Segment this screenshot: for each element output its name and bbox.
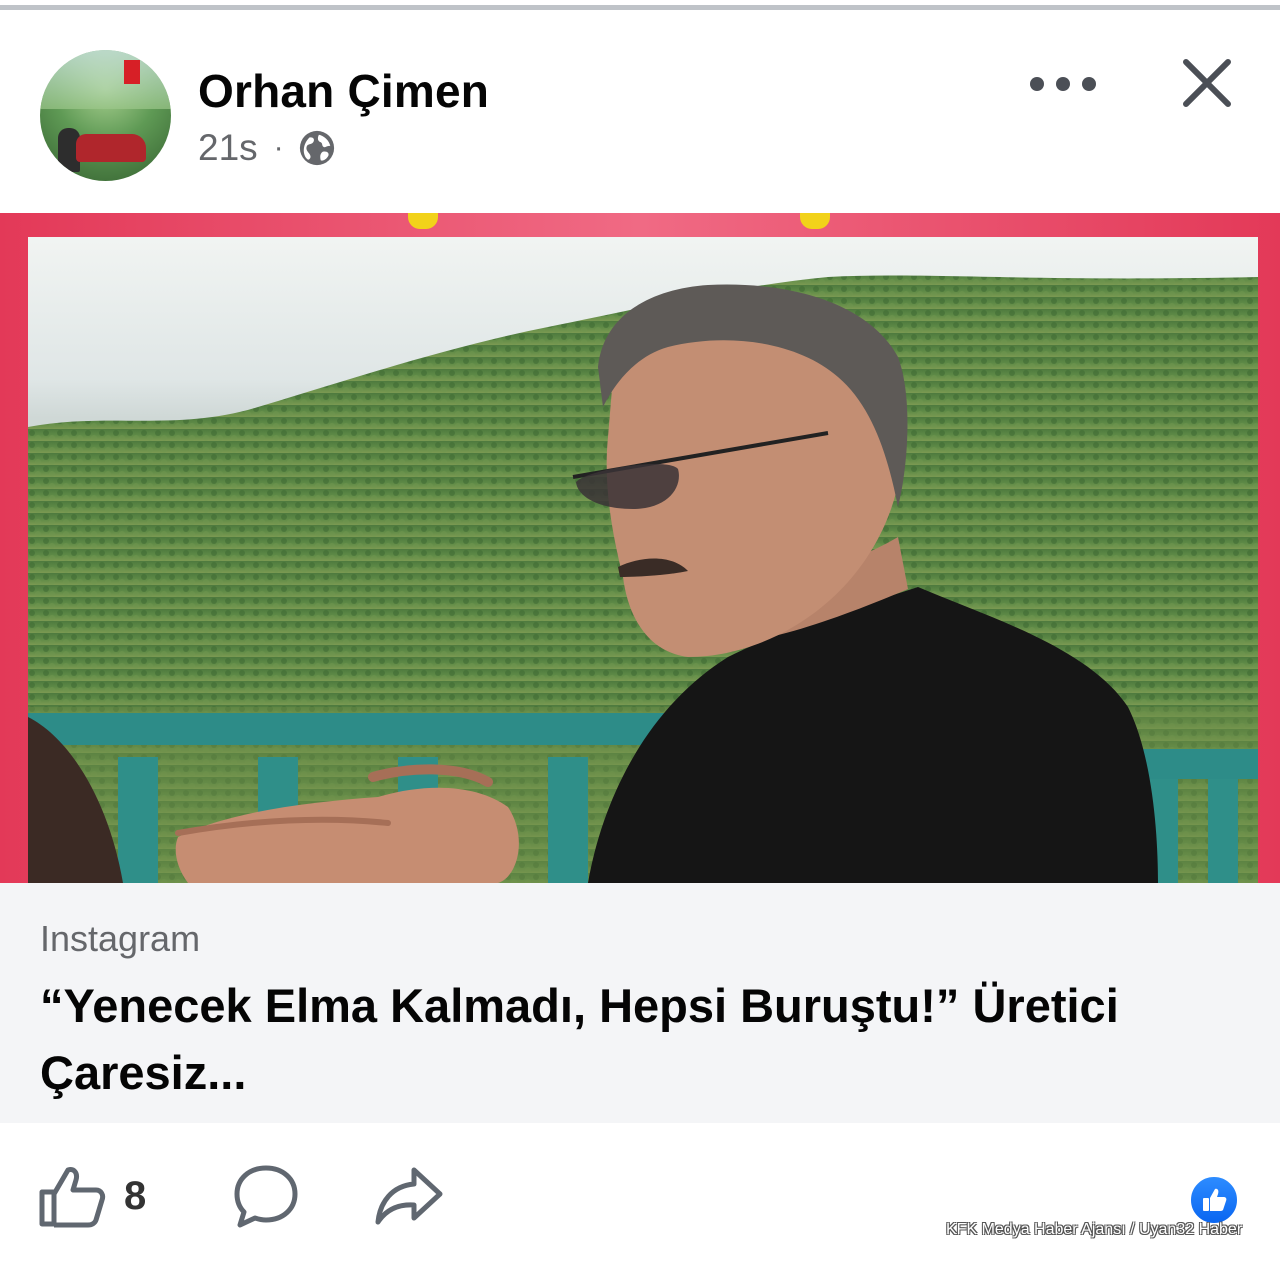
author-name[interactable]: Orhan Çimen [198,64,489,118]
avatar-flag [124,60,140,84]
comment-icon[interactable] [232,1163,300,1229]
avatar-sky [40,50,171,109]
thumbs-up-icon [1203,1188,1227,1211]
more-dot [1082,77,1096,91]
photo-scene [28,275,1258,883]
more-dot [1056,77,1070,91]
share-icon[interactable] [374,1164,444,1226]
link-source: Instagram [40,918,201,959]
post-meta: 21s · [198,126,336,170]
like-count[interactable]: 8 [124,1174,146,1219]
post-photo [28,237,1258,883]
frame-graphic [408,213,438,229]
close-icon[interactable] [1178,54,1236,112]
avatar-car [76,134,146,162]
watermark: KFK Medya Haber Ajansı / Uyan32 Haber [946,1221,1243,1238]
more-icon[interactable] [1030,66,1096,102]
post-image[interactable] [0,213,1280,883]
more-dot [1030,77,1044,91]
link-title[interactable]: “Yenecek Elma Kalmadı, Hepsi Buruştu!” Ü… [40,972,1230,1106]
post-timestamp[interactable]: 21s [198,127,258,169]
globe-icon[interactable] [298,129,336,167]
frame-graphic [800,213,830,229]
meta-separator: · [273,131,284,164]
top-divider [0,5,1280,10]
like-reaction-icon[interactable] [1188,1174,1240,1226]
like-icon[interactable] [38,1164,106,1228]
avatar[interactable] [40,50,171,181]
